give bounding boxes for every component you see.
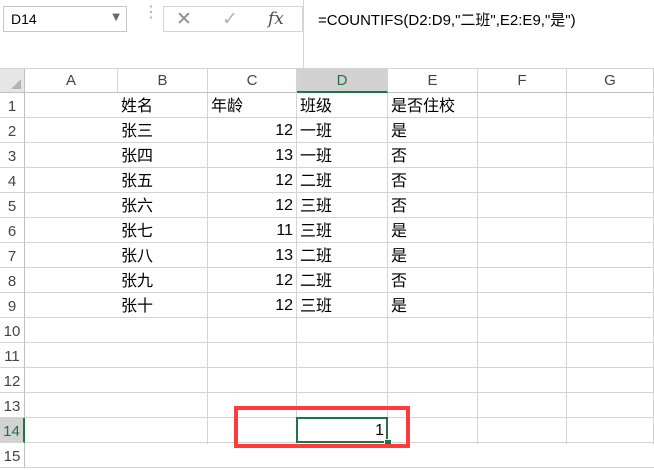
row-header-13[interactable]: 13: [0, 393, 25, 418]
row-gridline: [25, 117, 654, 118]
cell-c5[interactable]: 12: [208, 195, 293, 217]
cell-c2[interactable]: 12: [208, 120, 293, 142]
cell-d7[interactable]: 二班: [300, 245, 386, 267]
formula-input[interactable]: =COUNTIFS(D2:D9,"二班",E2:E9,"是"): [303, 0, 654, 68]
cell-c8[interactable]: 12: [208, 270, 293, 292]
cell-d6[interactable]: 三班: [300, 220, 386, 242]
row-header-1[interactable]: 1: [0, 93, 25, 118]
row-header-8[interactable]: 8: [0, 268, 25, 293]
row-header-10[interactable]: 10: [0, 318, 25, 343]
cell-c6[interactable]: 11: [208, 220, 293, 242]
row-gridline: [25, 267, 654, 268]
row-gridline: [25, 467, 654, 468]
cell-b5[interactable]: 张六: [121, 195, 206, 217]
formula-bar-area: D14 ▼ ⋮ ✕ ✓ fx =COUNTIFS(D2:D9,"二班",E2:E…: [0, 0, 654, 68]
header-cell-b[interactable]: 姓名: [121, 95, 206, 117]
column-header-b[interactable]: B: [118, 69, 208, 93]
cell-e6[interactable]: 是: [391, 220, 476, 242]
cell-b2[interactable]: 张三: [121, 120, 206, 142]
cell-d2[interactable]: 一班: [300, 120, 386, 142]
cell-d9[interactable]: 三班: [300, 295, 386, 317]
cell-d8[interactable]: 二班: [300, 270, 386, 292]
row-gridline: [25, 342, 654, 343]
formula-buttons: ✕ ✓ fx: [163, 6, 303, 32]
formula-text: =COUNTIFS(D2:D9,"二班",E2:E9,"是"): [318, 12, 576, 29]
row-gridline: [25, 317, 654, 318]
cell-b3[interactable]: 张四: [121, 145, 206, 167]
cell-c9[interactable]: 12: [208, 295, 293, 317]
row-header-6[interactable]: 6: [0, 218, 25, 243]
cell-b6[interactable]: 张七: [121, 220, 206, 242]
cell-e4[interactable]: 否: [391, 170, 476, 192]
cell-e8[interactable]: 否: [391, 270, 476, 292]
row-header-15[interactable]: 15: [0, 443, 25, 468]
row-gridline: [25, 167, 654, 168]
row-gridline: [25, 192, 654, 193]
column-gridline: [387, 93, 388, 444]
column-header-g[interactable]: G: [567, 69, 654, 93]
row-header-9[interactable]: 9: [0, 293, 25, 318]
cell-e7[interactable]: 是: [391, 245, 476, 267]
name-box-value: D14: [11, 11, 37, 27]
select-all-button[interactable]: [0, 69, 25, 93]
header-cell-e[interactable]: 是否住校: [391, 95, 476, 117]
column-gridline: [566, 93, 567, 444]
column-header-e[interactable]: E: [388, 69, 478, 93]
highlight-annotation: [234, 406, 410, 448]
row-gridline: [25, 217, 654, 218]
column-header-a[interactable]: A: [25, 69, 118, 93]
cell-b7[interactable]: 张八: [121, 245, 206, 267]
row-header-5[interactable]: 5: [0, 193, 25, 218]
row-gridline: [25, 367, 654, 368]
row-header-7[interactable]: 7: [0, 243, 25, 268]
cell-e2[interactable]: 是: [391, 120, 476, 142]
cell-d5[interactable]: 三班: [300, 195, 386, 217]
check-icon[interactable]: ✓: [222, 8, 238, 30]
cell-b4[interactable]: 张五: [121, 170, 206, 192]
row-header-3[interactable]: 3: [0, 143, 25, 168]
column-header-f[interactable]: F: [478, 69, 567, 93]
cell-c7[interactable]: 13: [208, 245, 293, 267]
cell-e3[interactable]: 否: [391, 145, 476, 167]
drag-handle-icon[interactable]: ⋮: [143, 4, 159, 20]
column-gridline: [477, 93, 478, 444]
cell-b8[interactable]: 张九: [121, 270, 206, 292]
column-gridline: [296, 93, 297, 444]
fx-icon[interactable]: fx: [268, 9, 284, 29]
cell-d4[interactable]: 二班: [300, 170, 386, 192]
cell-e9[interactable]: 是: [391, 295, 476, 317]
name-box[interactable]: D14 ▼: [3, 6, 127, 32]
cell-d3[interactable]: 一班: [300, 145, 386, 167]
column-header-d[interactable]: D: [297, 69, 388, 93]
header-cell-d[interactable]: 班级: [300, 95, 386, 117]
cell-c4[interactable]: 12: [208, 170, 293, 192]
cell-b9[interactable]: 张十: [121, 295, 206, 317]
cell-c3[interactable]: 13: [208, 145, 293, 167]
row-header-11[interactable]: 11: [0, 343, 25, 368]
select-all-icon: [11, 79, 21, 89]
chevron-down-icon[interactable]: ▼: [112, 12, 120, 23]
spreadsheet-grid[interactable]: A B C D E F G 1 2 3 4 5 6 7 8 9 10 11 12 13 14 15 姓名 年龄 班级 是否住校 张三…: [0, 69, 654, 468]
row-header-14[interactable]: 14: [0, 418, 25, 443]
column-header-c[interactable]: C: [208, 69, 297, 93]
row-gridline: [25, 142, 654, 143]
row-header-2[interactable]: 2: [0, 118, 25, 143]
header-cell-c[interactable]: 年龄: [211, 95, 295, 117]
row-header-12[interactable]: 12: [0, 368, 25, 393]
close-icon[interactable]: ✕: [176, 8, 192, 30]
row-gridline: [25, 242, 654, 243]
row-gridline: [25, 392, 654, 393]
row-gridline: [25, 292, 654, 293]
row-header-4[interactable]: 4: [0, 168, 25, 193]
cell-e5[interactable]: 否: [391, 195, 476, 217]
